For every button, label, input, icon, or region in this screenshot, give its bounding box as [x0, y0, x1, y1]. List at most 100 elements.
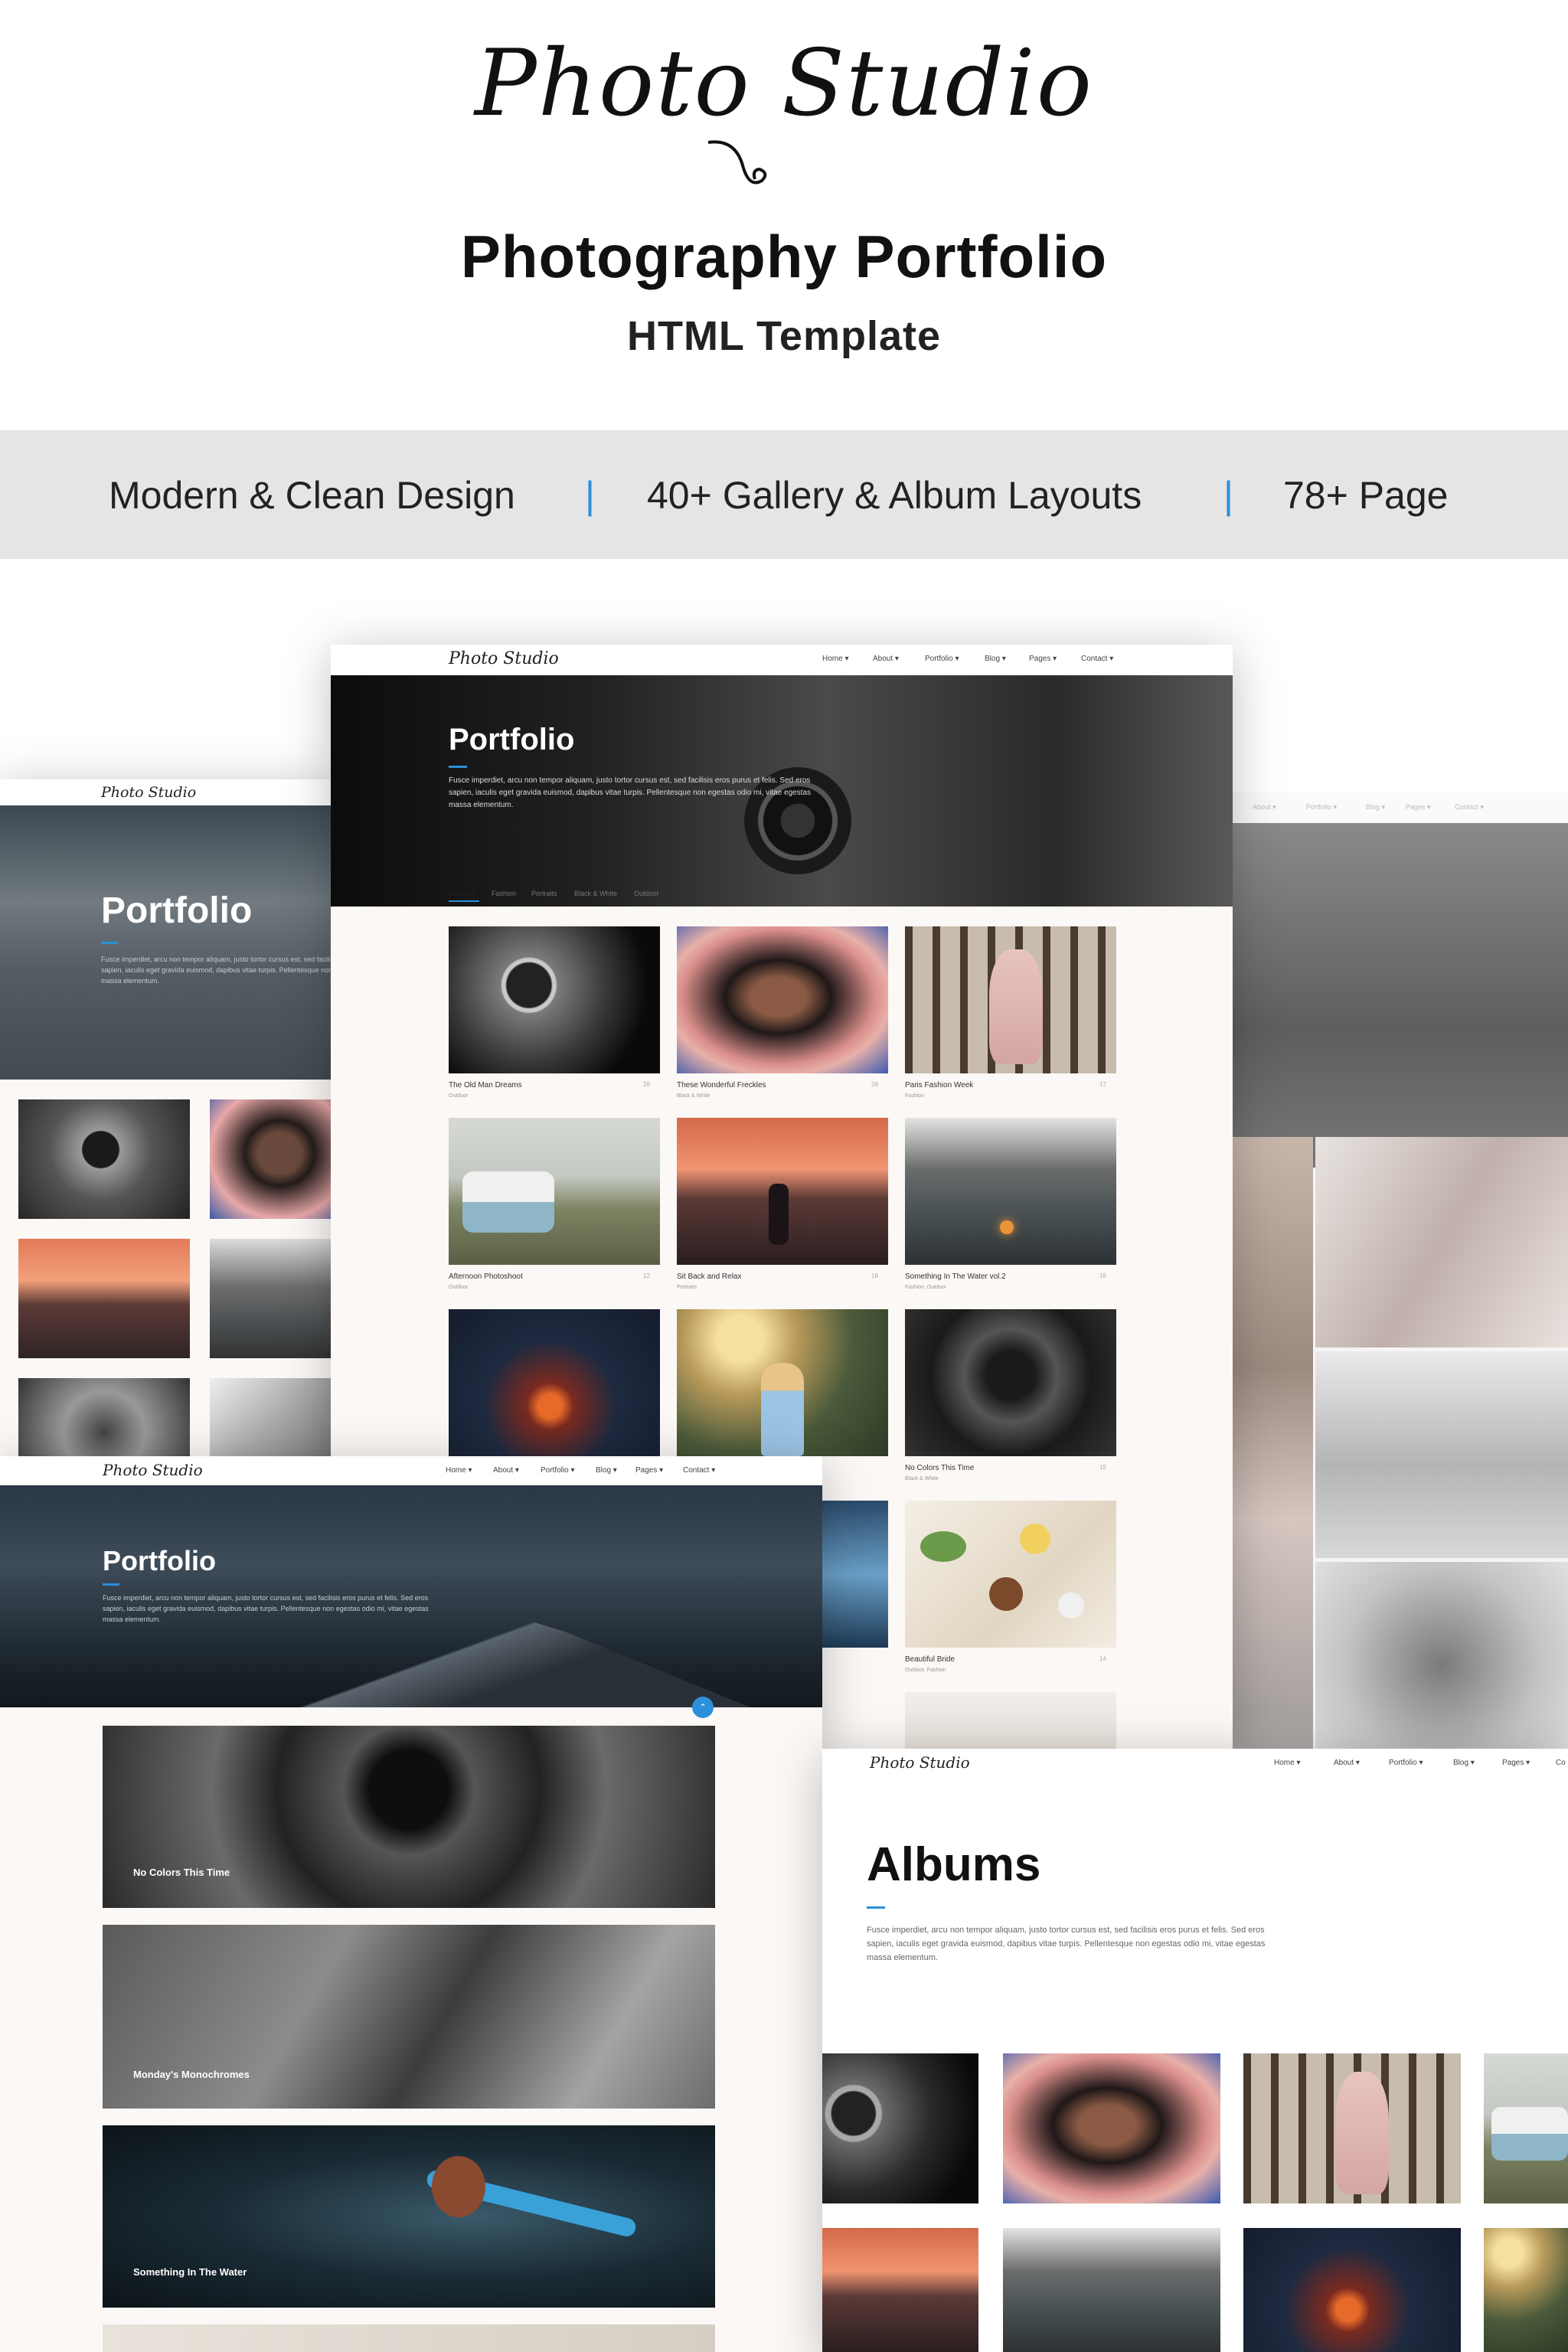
nav-pages[interactable]: Pages ▾ [1502, 1759, 1530, 1767]
filter-show-all[interactable]: Show All [449, 890, 475, 897]
item-title[interactable]: The Old Man Dreams [449, 1081, 522, 1089]
photo-thumb[interactable] [449, 1309, 660, 1456]
nav-contact[interactable]: Contact ▾ [683, 1466, 715, 1475]
nav-blog[interactable]: Blog ▾ [1453, 1759, 1475, 1767]
nav-about[interactable]: About ▾ [873, 655, 899, 663]
item-count: 26 [871, 1081, 878, 1088]
nav-item[interactable]: Contact ▾ [1455, 803, 1484, 812]
item-count: 16 [1099, 1272, 1106, 1279]
filter-black-white[interactable]: Black & White [574, 890, 617, 897]
album-row[interactable]: No Colors This Time [103, 1726, 715, 1908]
scroll-up-button[interactable]: ⌃ [692, 1697, 714, 1718]
album-thumb[interactable] [1243, 2053, 1461, 2203]
item-category: Fashion, Outdoor [905, 1285, 947, 1290]
album-title[interactable]: Something In The Water [133, 2266, 247, 2278]
nav-item[interactable]: Pages ▾ [1406, 803, 1431, 812]
photo-thumb[interactable] [677, 1309, 888, 1456]
photo-thumb [1233, 1137, 1313, 1749]
albums-text: Fusce imperdiet, arcu non tempor aliquam… [867, 1926, 1266, 1962]
feature-pages: 78+ Page [1283, 474, 1449, 517]
left-top-mock: Photo Studio Portfolio Fusce imperdiet, … [0, 779, 337, 1468]
feature-design: Modern & Clean Design [109, 474, 515, 517]
photo-thumb[interactable] [18, 1239, 190, 1358]
album-thumb[interactable] [822, 2053, 978, 2203]
nav-blog[interactable]: Blog ▾ [985, 655, 1006, 663]
item-title[interactable]: These Wonderful Freckles [677, 1081, 766, 1089]
photo-thumb[interactable] [905, 1309, 1116, 1456]
photo-thumb[interactable] [905, 926, 1116, 1073]
nav-item[interactable]: Portfolio ▾ [1306, 803, 1337, 812]
filter-portraits[interactable]: Portraits [531, 890, 557, 897]
item-title[interactable]: No Colors This Time [905, 1464, 974, 1472]
photo-thumb[interactable] [905, 1692, 1116, 1751]
album-row[interactable]: Something In The Water [103, 2125, 715, 2308]
nav-about[interactable]: About ▾ [493, 1466, 519, 1475]
right-bottom-mock: Photo Studio Home ▾ About ▾ Portfolio ▾ … [822, 1749, 1568, 2352]
item-title[interactable]: Paris Fashion Week [905, 1081, 973, 1089]
album-thumb[interactable] [1003, 2228, 1220, 2352]
hero-text: Fusce imperdiet, arcu non tempor aliquam… [103, 1594, 429, 1623]
page-title: Photography Portfolio [460, 223, 1108, 290]
nav-about[interactable]: About ▾ [1334, 1759, 1360, 1767]
album-row[interactable] [103, 2324, 715, 2352]
nav-home[interactable]: Home ▾ [822, 655, 848, 663]
item-category: Portraits [677, 1285, 697, 1290]
nav-contact[interactable]: Co [1556, 1759, 1566, 1767]
item-title[interactable]: Beautiful Bride [905, 1655, 955, 1664]
album-title[interactable]: Monday's Monochromes [133, 2069, 250, 2080]
nav-contact[interactable]: Contact ▾ [1081, 655, 1113, 663]
mock-logo[interactable]: Photo Studio [101, 784, 196, 801]
photo-thumb[interactable] [449, 1118, 660, 1265]
nav-portfolio[interactable]: Portfolio ▾ [541, 1466, 574, 1475]
item-count: 17 [1099, 1081, 1106, 1088]
item-count: 15 [1099, 1464, 1106, 1471]
hero-image: Portfolio Fusce imperdiet, arcu non temp… [331, 675, 1233, 906]
photo-thumb[interactable] [677, 926, 888, 1073]
photo-thumb[interactable] [18, 1378, 190, 1468]
album-thumb[interactable] [822, 2228, 978, 2352]
item-category: Black & White [677, 1093, 710, 1099]
brand-logo: Photo Studio [474, 31, 1094, 137]
nav-home[interactable]: Home ▾ [446, 1466, 472, 1475]
nav-home[interactable]: Home ▾ [1274, 1759, 1300, 1767]
album-thumb[interactable] [1484, 2228, 1568, 2352]
photo-thumb[interactable] [210, 1099, 337, 1219]
nav-pages[interactable]: Pages ▾ [1029, 655, 1057, 663]
item-category: Outdoor [449, 1285, 469, 1290]
mock-logo[interactable]: Photo Studio [103, 1461, 203, 1479]
feature-separator: | [1223, 474, 1233, 517]
item-title[interactable]: Sit Back and Relax [677, 1272, 742, 1281]
logo-swirl-icon [707, 140, 767, 185]
title-accent [103, 1583, 119, 1586]
nav-portfolio[interactable]: Portfolio ▾ [925, 655, 959, 663]
photo-thumb[interactable] [905, 1501, 1116, 1648]
item-count: 14 [1099, 1655, 1106, 1662]
photo-thumb[interactable] [210, 1378, 337, 1468]
active-filter-underline [449, 900, 479, 902]
album-thumb[interactable] [1003, 2053, 1220, 2203]
item-title[interactable]: Something In The Water vol.2 [905, 1272, 1006, 1281]
mock-logo[interactable]: Photo Studio [449, 649, 559, 668]
mock-logo[interactable]: Photo Studio [870, 1753, 970, 1772]
album-thumb[interactable] [1484, 2053, 1568, 2203]
photo-thumb[interactable] [210, 1239, 337, 1358]
album-title[interactable]: No Colors This Time [133, 1867, 230, 1878]
photo-thumb[interactable] [18, 1099, 190, 1219]
album-row[interactable]: Monday's Monochromes [103, 1925, 715, 2109]
nav-portfolio[interactable]: Portfolio ▾ [1389, 1759, 1423, 1767]
photo-thumb[interactable] [821, 1501, 888, 1648]
nav-blog[interactable]: Blog ▾ [596, 1466, 617, 1475]
item-count: 18 [871, 1272, 878, 1279]
photo-thumb[interactable] [905, 1118, 1116, 1265]
album-thumb[interactable] [1243, 2228, 1461, 2352]
hero-image: Portfolio Fusce imperdiet, arcu non temp… [0, 1485, 822, 1707]
photo-thumb[interactable] [677, 1118, 888, 1265]
nav-pages[interactable]: Pages ▾ [635, 1466, 663, 1475]
item-category: Outdoor [449, 1093, 469, 1099]
nav-item[interactable]: About ▾ [1253, 803, 1276, 812]
filter-fashion[interactable]: Fashion [492, 890, 516, 897]
item-title[interactable]: Afternoon Photoshoot [449, 1272, 523, 1281]
filter-outdoor[interactable]: Outdoor [634, 890, 659, 897]
photo-thumb[interactable] [449, 926, 660, 1073]
nav-item[interactable]: Blog ▾ [1366, 803, 1385, 812]
